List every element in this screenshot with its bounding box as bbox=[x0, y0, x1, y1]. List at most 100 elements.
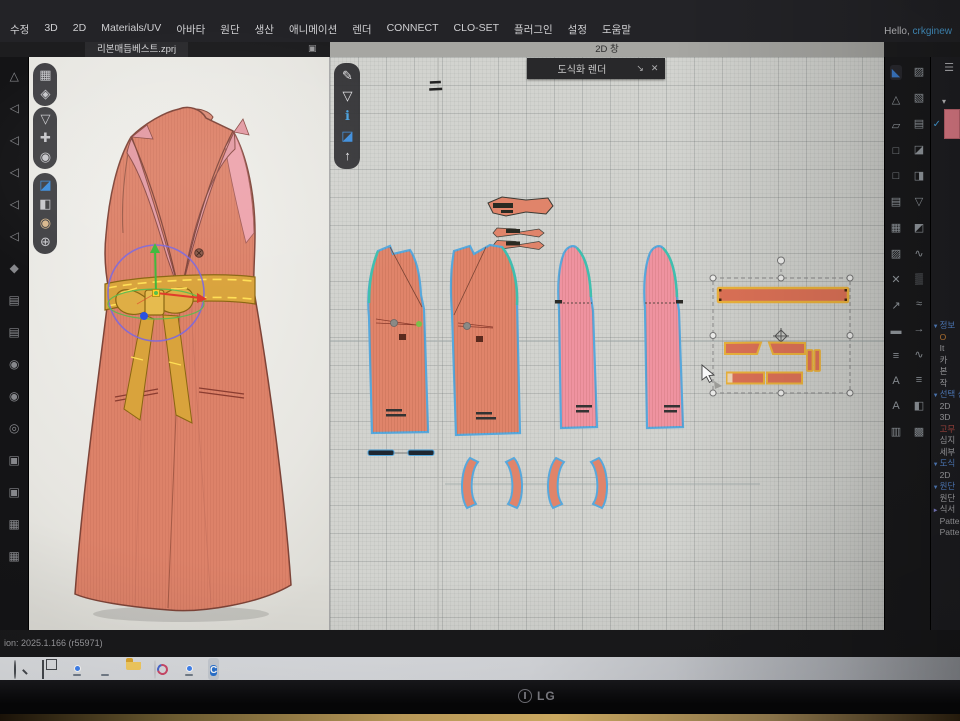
image-swatch-icon[interactable]: ▨ bbox=[891, 247, 901, 260]
pattern-file-icon[interactable]: □ bbox=[893, 145, 900, 157]
paint-garment-icon[interactable]: ◩ bbox=[914, 221, 924, 234]
gizmo-z-handle[interactable] bbox=[140, 312, 148, 320]
pattern-piece-belt[interactable] bbox=[718, 288, 848, 302]
edit-pattern-icon[interactable]: ✎ bbox=[342, 69, 353, 83]
float-window-icon[interactable]: ▣ bbox=[308, 43, 317, 54]
box-icon[interactable]: ▦ bbox=[9, 549, 20, 563]
edge-icon[interactable] bbox=[98, 661, 113, 676]
panel-row[interactable]: 본 bbox=[931, 366, 960, 378]
username-link[interactable]: crkginew bbox=[913, 26, 952, 37]
panel-menu-icon[interactable]: ☰ bbox=[944, 61, 954, 74]
menu-item-production[interactable]: 생산 bbox=[255, 22, 274, 37]
collapse-arrow-icon[interactable]: ▼ bbox=[933, 322, 940, 334]
bag-icon[interactable]: ▣ bbox=[9, 453, 20, 467]
file-explorer-icon[interactable] bbox=[126, 661, 141, 676]
swatch-grid-icon[interactable]: ▩ bbox=[914, 425, 924, 438]
menu-item-connect[interactable]: CONNECT bbox=[387, 22, 439, 37]
knit-icon[interactable]: ▤ bbox=[891, 195, 901, 208]
shirt-texture-icon[interactable]: ▽ bbox=[915, 195, 923, 208]
menu-item-3d[interactable]: 3D bbox=[44, 22, 57, 37]
bird-icon[interactable]: ◁ bbox=[10, 165, 19, 179]
task-view-icon[interactable] bbox=[42, 661, 57, 676]
panel-row[interactable]: It bbox=[931, 343, 960, 355]
shirt-icon[interactable]: ▽ bbox=[342, 89, 352, 103]
pattern-copy-icon[interactable]: □ bbox=[893, 170, 900, 182]
sweater-icon[interactable]: ▤ bbox=[9, 325, 20, 339]
popup-dock-icon[interactable]: ↘ bbox=[636, 63, 644, 74]
menu-item-edit[interactable]: 수정 bbox=[10, 22, 29, 37]
pattern-piece-collar-band[interactable] bbox=[493, 228, 544, 237]
button[interactable] bbox=[195, 249, 203, 257]
measure-icon[interactable]: ≡ bbox=[916, 374, 922, 386]
pattern-piece-front-left[interactable] bbox=[369, 246, 429, 433]
iron-icon[interactable]: ◧ bbox=[914, 399, 924, 412]
rotate-handle[interactable] bbox=[778, 257, 785, 264]
bag-icon[interactable]: ▣ bbox=[9, 485, 20, 499]
paint-app-icon[interactable] bbox=[154, 661, 169, 676]
pin-icon[interactable]: ✚ bbox=[40, 131, 51, 145]
sewing-machine-icon[interactable]: ▧ bbox=[914, 91, 924, 104]
text-tool-icon[interactable]: A bbox=[892, 375, 899, 387]
stitch-line-icon[interactable]: ≈ bbox=[916, 298, 922, 310]
sync-garment-icon[interactable]: ↑ bbox=[344, 149, 351, 163]
viewport-3d[interactable]: ▦◈ ▽✚◉ ◪◧◉⊕ bbox=[29, 57, 329, 630]
document-icon[interactable]: ▬ bbox=[891, 325, 902, 337]
menu-item-render[interactable]: 렌더 bbox=[352, 22, 371, 37]
dots-shirt-icon[interactable]: ▒ bbox=[915, 273, 923, 285]
collapse-arrow-icon[interactable]: ▼ bbox=[933, 483, 940, 495]
project-tab[interactable]: 리본매듭베스트.zprj bbox=[85, 42, 188, 57]
pattern-piece-armhole-facings[interactable] bbox=[462, 458, 607, 508]
press-icon[interactable]: ◨ bbox=[914, 169, 924, 182]
shoe-icon[interactable]: ◆ bbox=[10, 261, 19, 275]
bird-icon[interactable]: ◁ bbox=[10, 229, 19, 243]
sewing-machine-icon[interactable]: ▨ bbox=[914, 65, 924, 78]
dashed-measure-icon[interactable]: → bbox=[914, 323, 925, 335]
panel-row[interactable]: ▼선택 선 bbox=[931, 389, 960, 401]
collapse-arrow-icon[interactable]: ▼ bbox=[933, 460, 940, 472]
button-icon[interactable]: ◉ bbox=[9, 357, 19, 371]
edit-curve-tool-icon[interactable]: △ bbox=[892, 93, 900, 106]
panel-row[interactable]: 작 bbox=[931, 378, 960, 390]
viewport-2d[interactable]: ✎ ▽ ℹ ◪ ↑ 도식화 렌더 ↘ ✕ bbox=[329, 57, 884, 630]
menu-item-settings[interactable]: 설정 bbox=[568, 22, 587, 37]
chrome-window-icon[interactable] bbox=[182, 661, 197, 676]
grid-swatch-icon[interactable]: ▦ bbox=[891, 221, 901, 234]
shirt-icon[interactable]: ▽ bbox=[40, 112, 50, 126]
chrome-icon[interactable] bbox=[70, 661, 85, 676]
avatar-icon[interactable]: ◉ bbox=[40, 150, 51, 164]
mannequin-icon[interactable]: ◉ bbox=[40, 216, 51, 230]
bird-icon[interactable]: ◁ bbox=[10, 133, 19, 147]
fabric-list-item[interactable]: ✓ bbox=[933, 109, 960, 139]
zigzag-seam-icon[interactable]: ∿ bbox=[914, 348, 923, 361]
search-icon[interactable] bbox=[14, 661, 29, 676]
steam-iron-icon[interactable]: ◪ bbox=[914, 143, 924, 156]
menu-item-avatar[interactable]: 아바타 bbox=[176, 22, 205, 37]
menu-item-animation[interactable]: 애니메이션 bbox=[289, 22, 337, 37]
menu-item-2d[interactable]: 2D bbox=[73, 22, 86, 37]
panel-row[interactable]: 고무 bbox=[931, 424, 960, 436]
panel-row[interactable]: 심지 bbox=[931, 435, 960, 447]
collapse-arrow-icon[interactable]: ► bbox=[933, 506, 940, 518]
menu-item-help[interactable]: 도움말 bbox=[602, 22, 631, 37]
text-small-tool-icon[interactable]: A bbox=[892, 400, 899, 412]
world-icon[interactable]: ⊕ bbox=[40, 235, 51, 249]
sweater-icon[interactable]: ▤ bbox=[9, 293, 20, 307]
panel-row[interactable]: ▼정보 bbox=[931, 320, 960, 332]
garment-3d-view[interactable] bbox=[29, 57, 329, 630]
panel-row[interactable]: ▼도식 bbox=[931, 458, 960, 470]
fabric-icon[interactable]: ◪ bbox=[341, 129, 353, 143]
panel-row[interactable]: 카 bbox=[931, 355, 960, 367]
pattern-2d-view[interactable] bbox=[330, 57, 884, 630]
pattern-piece-belt-loops[interactable] bbox=[368, 450, 434, 456]
transform-tool-icon[interactable]: ◣ bbox=[890, 65, 902, 80]
collapse-arrow-icon[interactable]: ▼ bbox=[933, 391, 940, 403]
zigzag-shirt-icon[interactable]: ∿ bbox=[914, 247, 923, 260]
menu-item-plugin[interactable]: 플러그인 bbox=[514, 22, 553, 37]
pattern-piece-collar[interactable] bbox=[488, 197, 553, 216]
menu-item-fabric[interactable]: 원단 bbox=[220, 22, 239, 37]
pattern-piece-back-right[interactable] bbox=[645, 246, 684, 428]
info-icon[interactable]: ℹ bbox=[345, 109, 350, 123]
panel-row[interactable]: 세부 bbox=[931, 447, 960, 459]
schematic-render-popup[interactable]: 도식화 렌더 ↘ ✕ bbox=[527, 58, 665, 79]
ruler-icon[interactable]: ≡ bbox=[893, 350, 899, 362]
